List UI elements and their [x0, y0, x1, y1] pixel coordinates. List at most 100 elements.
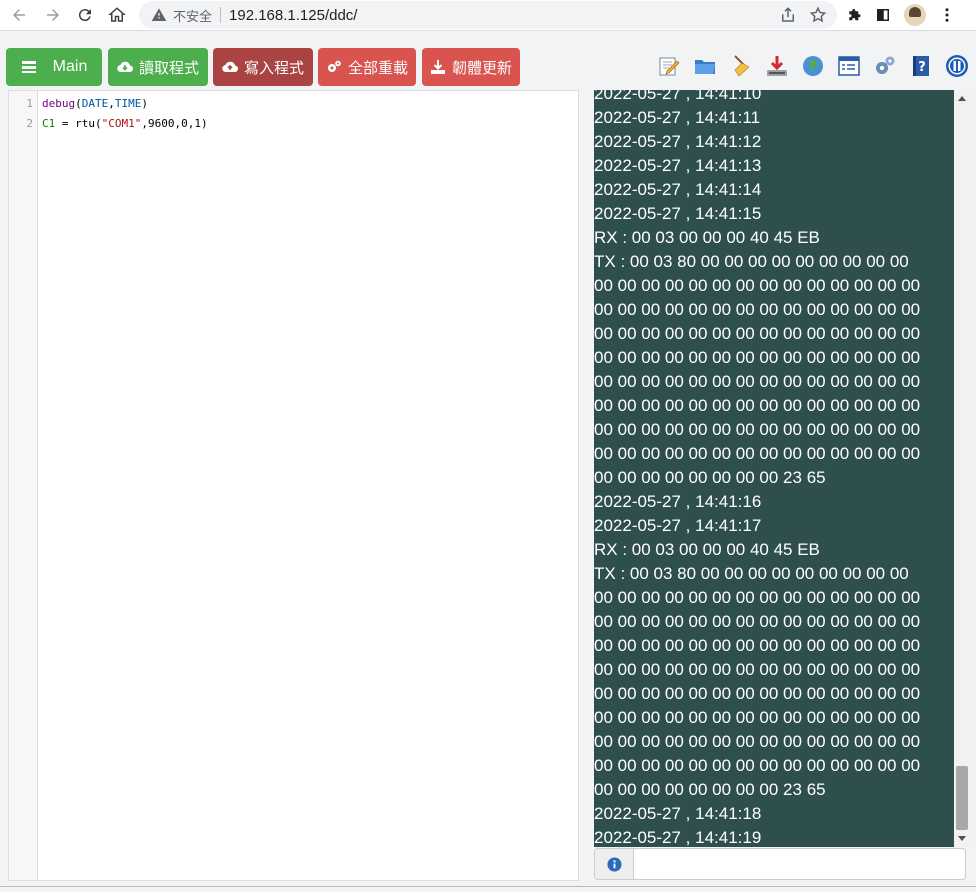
console-line: 2022-05-27 , 14:41:15 — [594, 204, 762, 223]
url-text[interactable]: 192.168.1.125/ddc/ — [229, 7, 357, 24]
command-row — [594, 848, 966, 880]
console-line: 00 00 00 00 00 00 00 00 00 00 00 00 00 0… — [594, 396, 921, 415]
console-line: 00 00 00 00 00 00 00 00 00 00 00 00 00 0… — [594, 300, 921, 319]
code-token: , — [108, 97, 115, 110]
console-line: 00 00 00 00 00 00 00 00 00 00 00 00 00 0… — [594, 732, 921, 751]
home-icon — [108, 7, 126, 22]
console-line: 2022-05-27 , 14:41:13 — [594, 156, 762, 175]
write-program-button[interactable]: 寫入程式 — [213, 48, 313, 86]
home-button[interactable] — [102, 0, 132, 30]
console-line: 00 00 00 00 00 00 00 00 23 65 — [594, 468, 826, 487]
folder-icon — [695, 60, 715, 74]
console-line: 00 00 00 00 00 00 00 00 00 00 00 00 00 0… — [594, 444, 921, 463]
cloud-upload-icon — [222, 61, 238, 73]
globe-icon — [803, 56, 823, 76]
console-line: 2022-05-27 , 14:41:17 — [594, 516, 762, 535]
code-editor[interactable]: 1 2 debug(DATE,TIME) C1 = rtu("COM1",9600… — [8, 90, 579, 881]
app-toolbar: Main 讀取程式 寫入程式 全部重載 韌體更新 ? — [0, 44, 976, 90]
code-token: C1 — [42, 117, 56, 130]
cogs-icon — [327, 60, 341, 72]
firmware-update-button[interactable]: 韌體更新 — [422, 48, 520, 86]
address-divider — [220, 7, 222, 23]
puzzle-icon[interactable] — [844, 6, 862, 24]
console-line: RX : 00 03 00 00 00 40 45 EB — [594, 228, 820, 247]
console-line: 00 00 00 00 00 00 00 00 00 00 00 00 00 0… — [594, 636, 921, 655]
star-icon[interactable] — [809, 6, 827, 24]
info-icon — [606, 856, 622, 872]
network-button[interactable] — [800, 53, 826, 79]
arrow-right-icon — [47, 9, 59, 21]
console-line: 00 00 00 00 00 00 00 00 00 00 00 00 00 0… — [594, 684, 921, 703]
read-program-button[interactable]: 讀取程式 — [108, 48, 208, 86]
browser-toolbar: 不安全 192.168.1.125/ddc/ — [0, 0, 976, 30]
console-line: 2022-05-27 , 14:41:11 — [594, 108, 761, 127]
code-token: = rtu( — [55, 117, 102, 130]
reload-all-button[interactable]: 全部重載 — [318, 48, 416, 86]
pause-icon — [946, 55, 968, 77]
console-line: 00 00 00 00 00 00 00 00 00 00 00 00 00 0… — [594, 612, 921, 631]
console-line: 00 00 00 00 00 00 00 00 23 65 — [594, 780, 826, 799]
extension-area — [844, 0, 956, 30]
line-number: 1 — [26, 97, 33, 110]
settings-button[interactable] — [872, 53, 898, 79]
security-label: 不安全 — [173, 9, 213, 25]
main-button[interactable]: Main — [6, 48, 102, 86]
console-line: 2022-05-27 , 14:41:19 — [594, 828, 762, 847]
open-folder-button[interactable] — [692, 53, 718, 79]
code-line[interactable]: C1 = rtu("COM1",9600,0,1) — [42, 117, 208, 130]
cloud-download-icon — [117, 61, 133, 73]
reload-all-label: 全部重載 — [347, 58, 408, 77]
code-token: "COM1" — [101, 117, 142, 130]
address-bar[interactable]: 不安全 192.168.1.125/ddc/ — [139, 1, 837, 29]
chrome-divider — [0, 30, 976, 31]
scrollbar-thumb[interactable] — [956, 766, 968, 830]
code-line[interactable]: debug(DATE,TIME) — [42, 97, 148, 110]
code-token: ) — [141, 97, 148, 110]
console-line: 00 00 00 00 00 00 00 00 00 00 00 00 00 0… — [594, 420, 921, 439]
console-line: RX : 00 03 00 00 00 40 45 EB — [594, 540, 820, 559]
pause-button[interactable] — [944, 53, 970, 79]
write-program-label: 寫入程式 — [243, 58, 304, 77]
scroll-down-arrow-icon[interactable] — [958, 836, 966, 841]
console-line: TX : 00 03 80 00 00 00 00 00 00 00 00 00 — [594, 252, 909, 271]
share-icon[interactable] — [779, 6, 797, 24]
scroll-up-arrow-icon[interactable] — [958, 96, 966, 101]
edit-tool-button[interactable] — [656, 53, 682, 79]
server-icon — [21, 61, 36, 73]
download-tray-icon — [430, 60, 445, 74]
help-icon: ? — [913, 56, 929, 76]
console-line: 00 00 00 00 00 00 00 00 00 00 00 00 00 0… — [594, 756, 921, 775]
line-number: 2 — [26, 117, 33, 130]
code-token: TIME — [114, 97, 142, 110]
code-token: ( — [75, 97, 82, 110]
help-button[interactable]: ? — [908, 53, 934, 79]
save-download-button[interactable] — [764, 53, 790, 79]
console-output[interactable]: 2022-05-27 , 14:41:10 2022-05-27 , 14:41:… — [594, 90, 954, 847]
window-button[interactable] — [836, 53, 862, 79]
back-button[interactable] — [4, 0, 34, 30]
console-line: 2022-05-27 , 14:41:16 — [594, 492, 762, 511]
forward-button[interactable] — [38, 0, 68, 30]
clear-button[interactable] — [728, 53, 754, 79]
more-vert-icon[interactable] — [938, 6, 956, 24]
console-line: 00 00 00 00 00 00 00 00 00 00 00 00 00 0… — [594, 324, 921, 343]
code-token: debug — [42, 97, 76, 110]
avatar[interactable] — [904, 4, 926, 26]
console-line: TX : 00 03 80 00 00 00 00 00 00 00 00 00 — [594, 564, 909, 583]
bottom-divider — [0, 886, 976, 887]
console-scrollbar[interactable] — [954, 90, 970, 847]
info-addon — [594, 848, 634, 880]
refresh-icon — [78, 9, 91, 22]
broom-icon — [734, 55, 750, 77]
console-line: 00 00 00 00 00 00 00 00 00 00 00 00 00 0… — [594, 348, 921, 367]
window-icon — [838, 56, 860, 76]
reload-page-button[interactable] — [70, 0, 100, 30]
command-input[interactable] — [634, 848, 966, 880]
console-line: 00 00 00 00 00 00 00 00 00 00 00 00 00 0… — [594, 660, 921, 679]
side-panel-icon[interactable] — [874, 6, 892, 24]
gears-icon — [876, 56, 895, 74]
read-program-label: 讀取程式 — [138, 58, 199, 77]
download-icon — [767, 56, 787, 76]
firmware-update-label: 韌體更新 — [451, 58, 512, 77]
console-line: 00 00 00 00 00 00 00 00 00 00 00 00 00 0… — [594, 708, 921, 727]
